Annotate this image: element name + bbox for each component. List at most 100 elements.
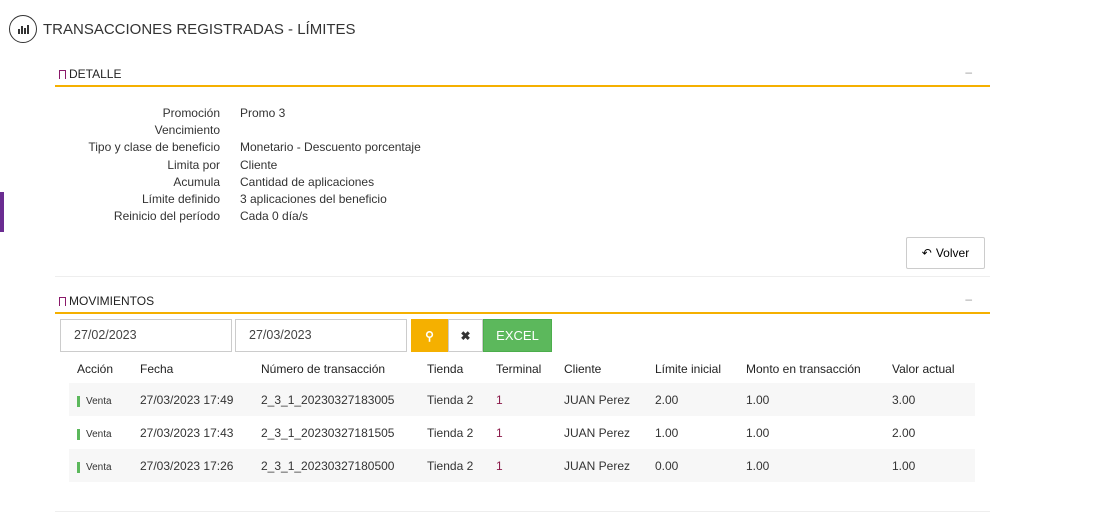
clear-button[interactable]: ✖ xyxy=(448,319,483,352)
page-title: TRANSACCIONES REGISTRADAS - LÍMITES xyxy=(43,20,356,38)
field-value: Cada 0 día/s xyxy=(240,209,309,224)
col-header: Monto en transacción xyxy=(746,362,861,376)
movimientos-section-header: MOVIMIENTOS – xyxy=(55,290,990,314)
table-cell: Venta xyxy=(69,449,132,482)
col-header: Terminal xyxy=(496,362,542,376)
table-row: Venta 27/03/2023 17:43 2_3_1_2023032718150… xyxy=(69,416,975,449)
cell-text: Tienda 2 xyxy=(427,458,474,473)
cell-text: 3.00 xyxy=(892,392,916,407)
field-value: Cantidad de aplicaciones xyxy=(240,174,375,189)
date-to-input[interactable]: 27/03/2023 xyxy=(235,319,407,352)
search-button[interactable]: ⚲ xyxy=(411,319,448,352)
divider xyxy=(55,511,990,512)
col-header: Cliente xyxy=(564,362,602,376)
cell-text: JUAN Perez xyxy=(564,425,631,440)
divider xyxy=(55,276,990,277)
field-value: Promo 3 xyxy=(240,106,286,120)
table-cell: 1 xyxy=(488,383,556,416)
field-value: Monetario - Descuento porcentaje xyxy=(240,140,421,155)
table-cell: Tienda 2 xyxy=(419,449,488,482)
col-header: Número de transacción xyxy=(261,362,386,376)
table-cell: Tienda 2 xyxy=(419,416,488,449)
field-value: 3 aplicaciones del beneficio xyxy=(240,191,387,206)
field-label: Límite definido xyxy=(141,191,220,206)
table-row: Venta 27/03/2023 17:49 2_3_1_2023032718300… xyxy=(69,383,975,416)
collapse-movimientos-button[interactable]: – xyxy=(965,292,972,306)
bookmark-icon xyxy=(59,296,66,306)
table-cell: 1.00 xyxy=(884,449,975,482)
detalle-section-header: DETALLE – xyxy=(55,63,990,87)
table-cell: 27/03/2023 17:26 xyxy=(132,449,253,482)
close-icon: ✖ xyxy=(460,328,471,343)
cell-text: JUAN Perez xyxy=(564,392,631,407)
table-cell: Tienda 2 xyxy=(419,383,488,416)
table-cell: 2_3_1_20230327181505 xyxy=(253,416,419,449)
cell-text: 1.00 xyxy=(746,392,770,407)
field-label: Acumula xyxy=(173,174,220,189)
detail-list: Promoción Promo 3 Vencimiento Tipo y clas… xyxy=(60,105,421,225)
cell-text: 27/03/2023 17:43 xyxy=(140,425,234,440)
table-cell: 2.00 xyxy=(884,416,975,449)
reply-arrow-icon: ↶ xyxy=(921,246,932,260)
field-label: Tipo y clase de beneficio xyxy=(88,140,220,155)
field-label: Vencimiento xyxy=(154,123,220,138)
cell-text: 27/03/2023 17:49 xyxy=(140,392,234,407)
date-from-input[interactable]: 27/02/2023 xyxy=(60,319,232,352)
action-badge: Venta xyxy=(77,395,112,407)
action-badge: Venta xyxy=(77,428,112,440)
table-cell: 1.00 xyxy=(738,383,884,416)
col-header: Acción xyxy=(77,362,114,376)
table-cell: JUAN Perez xyxy=(556,416,647,449)
table-cell: 2_3_1_20230327180500 xyxy=(253,449,419,482)
table-cell: 1.00 xyxy=(738,416,884,449)
table-cell: 1.00 xyxy=(738,449,884,482)
detalle-title: DETALLE xyxy=(69,67,122,81)
col-header: Valor actual xyxy=(892,362,955,376)
cell-text: 2_3_1_20230327180500 xyxy=(261,458,395,473)
table-cell: 27/03/2023 17:43 xyxy=(132,416,253,449)
cell-text: Tienda 2 xyxy=(427,425,474,440)
cell-text: 1 xyxy=(496,392,503,407)
cell-text: 0.00 xyxy=(655,458,679,473)
cell-text: 1.00 xyxy=(746,425,770,440)
page-header: TRANSACCIONES REGISTRADAS - LÍMITES xyxy=(9,15,356,43)
table-cell: 1.00 xyxy=(647,416,738,449)
col-header: Tienda xyxy=(427,362,464,376)
collapse-detalle-button[interactable]: – xyxy=(965,65,972,79)
table-cell: 1 xyxy=(488,416,556,449)
table-cell: JUAN Perez xyxy=(556,449,647,482)
field-label: Limita por xyxy=(167,157,220,172)
table-cell: Venta xyxy=(69,416,132,449)
table-cell: Venta xyxy=(69,383,132,416)
col-header: Fecha xyxy=(140,362,174,376)
bookmark-icon xyxy=(59,69,66,79)
cell-text: 2_3_1_20230327183005 xyxy=(261,392,395,407)
volver-button[interactable]: ↶ Volver xyxy=(906,237,985,269)
movimientos-table: Acción Fecha Número de transacción Tiend… xyxy=(69,355,975,482)
cell-text: 27/03/2023 17:26 xyxy=(140,458,234,473)
cell-text: 1.00 xyxy=(746,458,770,473)
excel-button[interactable]: EXCEL xyxy=(483,319,552,352)
cell-text: 2_3_1_20230327181505 xyxy=(261,425,395,440)
table-cell: 2.00 xyxy=(647,383,738,416)
cell-text: JUAN Perez xyxy=(564,458,631,473)
cell-text: 1.00 xyxy=(892,458,916,473)
table-cell: 1 xyxy=(488,449,556,482)
movimientos-title: MOVIMIENTOS xyxy=(69,294,155,308)
volver-label: Volver xyxy=(935,246,970,260)
col-header: Límite inicial xyxy=(655,362,722,376)
sidebar-active-indicator xyxy=(0,192,4,232)
table-cell: 27/03/2023 17:49 xyxy=(132,383,253,416)
cell-text: 1 xyxy=(496,425,503,440)
cell-text: 2.00 xyxy=(892,425,916,440)
table-cell: JUAN Perez xyxy=(556,383,647,416)
field-label: Reinicio del período xyxy=(113,209,220,224)
cell-text: 2.00 xyxy=(655,392,679,407)
table-row: Venta 27/03/2023 17:26 2_3_1_2023032718050… xyxy=(69,449,975,482)
field-label: Promoción xyxy=(162,106,220,120)
cell-text: Tienda 2 xyxy=(427,392,474,407)
cell-text: 1 xyxy=(496,458,503,473)
cell-text: 1.00 xyxy=(655,425,679,440)
table-cell: 0.00 xyxy=(647,449,738,482)
table-cell: 2_3_1_20230327183005 xyxy=(253,383,419,416)
